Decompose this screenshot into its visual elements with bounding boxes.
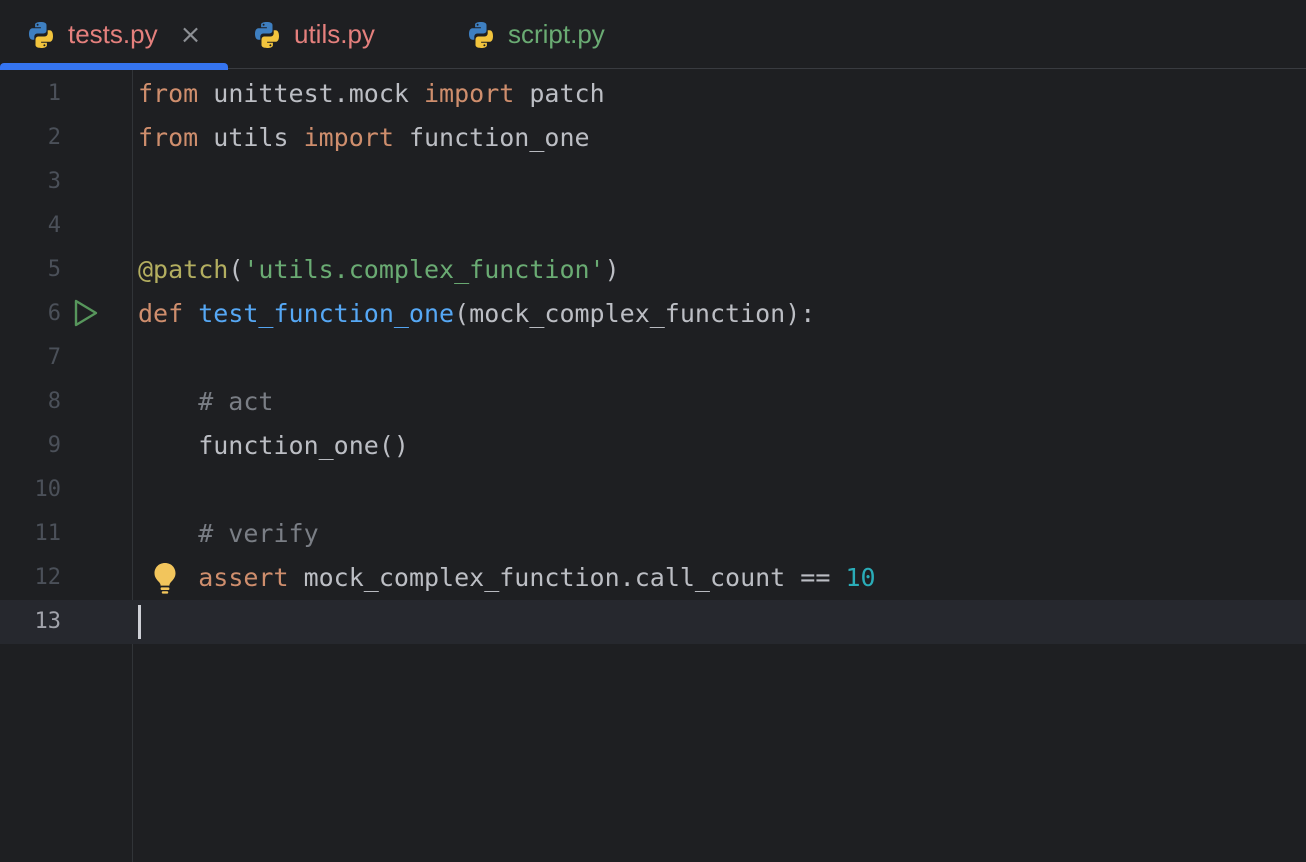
python-file-icon (252, 20, 282, 50)
active-tab-indicator (0, 63, 228, 70)
code-line[interactable]: 7 (0, 336, 1306, 380)
code-line[interactable]: 9 function_one() (0, 424, 1306, 468)
tab-script-py[interactable]: script.py (466, 0, 605, 69)
current-code-line[interactable]: 13 (0, 600, 1306, 644)
code-line[interactable]: 8 # act (0, 380, 1306, 424)
code-text: @patch('utils.complex_function') (138, 255, 620, 284)
code-comment: # verify (138, 519, 319, 548)
tab-tests-py[interactable]: tests.py × (0, 0, 228, 70)
code-editor[interactable]: 1 from unittest.mock import patch 2 from… (0, 70, 1306, 862)
code-text: def test_function_one(mock_complex_funct… (138, 299, 816, 328)
code-line[interactable]: 5 @patch('utils.complex_function') (0, 248, 1306, 292)
code-line[interactable]: 3 (0, 160, 1306, 204)
line-number: 4 (47, 213, 61, 238)
code-line[interactable]: 10 (0, 468, 1306, 512)
code-text: assert mock_complex_function.call_count … (198, 563, 876, 592)
tab-label: utils.py (294, 19, 375, 49)
editor-tab-bar: tests.py × utils.py script.py (0, 0, 1306, 70)
line-number: 10 (34, 477, 62, 502)
code-text: from utils import function_one (138, 123, 590, 152)
code-text: function_one() (138, 431, 409, 460)
python-file-icon (26, 20, 56, 50)
code-line[interactable]: 12 assert mock_complex_function.call_cou… (0, 556, 1306, 600)
code-line[interactable]: 1 from unittest.mock import patch (0, 72, 1306, 116)
line-number: 7 (47, 345, 61, 370)
line-number: 12 (34, 565, 62, 590)
close-icon[interactable]: × (180, 22, 202, 48)
code-comment: # act (138, 387, 274, 416)
python-file-icon (466, 20, 496, 50)
tab-label: script.py (508, 19, 605, 49)
tab-utils-py[interactable]: utils.py (252, 0, 375, 69)
code-line[interactable]: 11 # verify (0, 512, 1306, 556)
code-line[interactable]: 4 (0, 204, 1306, 248)
code-text: from unittest.mock import patch (138, 79, 605, 108)
line-number: 8 (47, 389, 61, 414)
tab-label: tests.py (68, 19, 158, 49)
lightbulb-icon[interactable] (152, 561, 178, 595)
line-number: 1 (47, 81, 61, 106)
line-number: 2 (47, 125, 61, 150)
code-line[interactable]: 2 from utils import function_one (0, 116, 1306, 160)
text-caret (138, 605, 141, 639)
line-number: 11 (34, 521, 62, 546)
line-number: 6 (47, 301, 61, 326)
line-number: 13 (34, 609, 62, 634)
line-number: 9 (47, 433, 61, 458)
line-number: 3 (47, 169, 61, 194)
line-number: 5 (47, 257, 61, 282)
run-test-icon[interactable] (73, 299, 99, 327)
code-line[interactable]: 6 def test_function_one(mock_complex_fun… (0, 292, 1306, 336)
